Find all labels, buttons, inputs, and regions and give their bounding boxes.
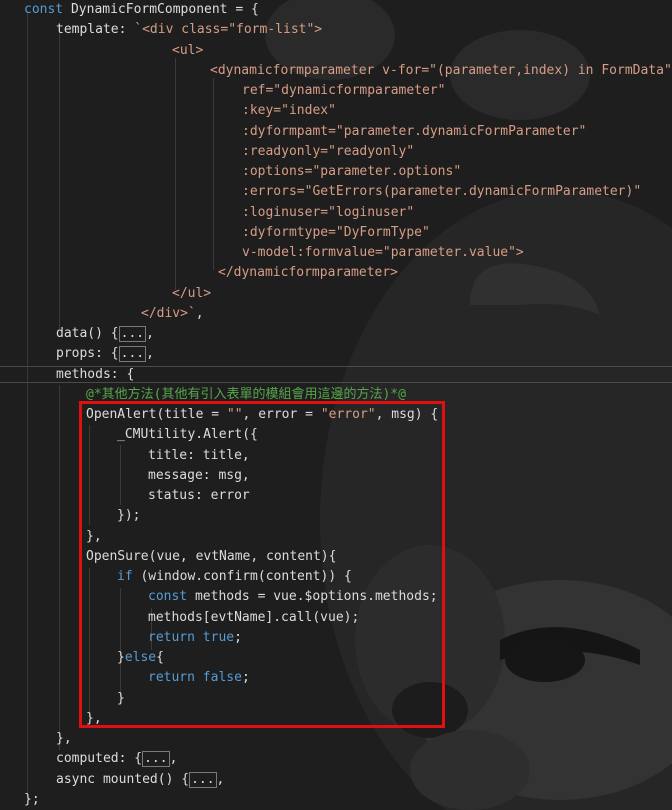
code-token-string: :key="index" xyxy=(242,103,336,119)
code-token-string: v-model:formvalue="parameter.value"> xyxy=(242,245,524,260)
code-editor[interactable]: const DynamicFormComponent = {template: … xyxy=(0,0,672,810)
collapsed-region-button[interactable]: ... xyxy=(118,346,147,363)
code-token-default: , xyxy=(169,751,178,767)
code-line[interactable]: <dynamicformparameter v-for="(parameter,… xyxy=(210,61,672,81)
code-token-string: :options="parameter.options" xyxy=(242,164,462,179)
code-line[interactable]: </ul> xyxy=(172,284,211,304)
code-line[interactable]: template: `<div class="form-list"> xyxy=(56,20,322,40)
code-line[interactable]: :options="parameter.options" xyxy=(242,162,461,182)
code-line[interactable]: :readyonly="readyonly" xyxy=(242,142,414,162)
red-annotation-box xyxy=(79,401,445,728)
code-token-string: ref="dynamicformparameter" xyxy=(242,83,446,98)
code-token-default: DynamicFormComponent = { xyxy=(63,2,259,17)
code-line[interactable]: }; xyxy=(24,790,40,810)
code-token-default: computed: { xyxy=(56,751,143,767)
code-line[interactable]: :dyformpamt="parameter.dynamicFormParame… xyxy=(242,122,586,142)
code-line[interactable]: :dyformtype="DyFormType" xyxy=(242,223,430,243)
code-token-comment: @*其他方法(其他有引入表單的模組會用這邊的方法)*@ xyxy=(86,386,406,402)
code-token-string: `<div class="form-list"> xyxy=(134,22,323,38)
code-line[interactable]: props: {..., xyxy=(56,344,154,364)
code-token-string: </div>` xyxy=(141,305,196,321)
code-token-default: }, xyxy=(56,731,72,746)
code-token-string: :dyformtype="DyFormType" xyxy=(242,224,430,240)
code-line[interactable]: methods: { xyxy=(56,365,134,385)
code-token-default: , xyxy=(195,305,204,321)
indent-guide xyxy=(27,12,28,800)
indent-guide xyxy=(213,78,214,270)
code-line[interactable]: ref="dynamicformparameter" xyxy=(242,81,446,101)
code-token-string: <ul> xyxy=(172,42,204,58)
code-line[interactable]: const DynamicFormComponent = { xyxy=(24,0,259,20)
code-token-default: , xyxy=(146,326,154,341)
code-token-default: data() { xyxy=(56,326,119,341)
code-token-keyword: const xyxy=(24,2,64,17)
indent-guide xyxy=(175,58,176,290)
code-line[interactable]: v-model:formvalue="parameter.value"> xyxy=(242,243,524,263)
code-token-string: </dynamicformparameter> xyxy=(218,265,399,281)
code-token-string: :loginuser="loginuser" xyxy=(242,204,415,220)
collapsed-region-button[interactable]: ... xyxy=(189,771,217,788)
code-token-default: template: xyxy=(56,22,135,38)
code-token-string: :errors="GetErrors(parameter.dynamicForm… xyxy=(242,184,642,200)
code-line[interactable]: data() {..., xyxy=(56,324,154,344)
code-token-string: <dynamicformparameter v-for="(parameter,… xyxy=(210,62,672,78)
code-line[interactable]: </dynamicformparameter> xyxy=(218,263,398,283)
code-token-string: :readyonly="readyonly" xyxy=(242,143,415,159)
code-token-default: props: { xyxy=(56,346,119,362)
indent-guide xyxy=(59,30,60,330)
code-line[interactable]: }, xyxy=(56,729,72,749)
code-token-default: , xyxy=(216,771,225,787)
collapsed-region-button[interactable]: ... xyxy=(142,751,170,768)
code-line[interactable]: computed: {..., xyxy=(56,749,177,769)
code-token-default: methods: { xyxy=(56,366,135,382)
code-token-default: }; xyxy=(24,791,40,807)
code-line[interactable]: <ul> xyxy=(172,41,203,61)
indent-guide xyxy=(59,385,60,750)
code-line[interactable]: async mounted() {..., xyxy=(56,770,224,790)
collapsed-region-button[interactable]: ... xyxy=(118,326,147,342)
code-token-default: , xyxy=(146,346,154,362)
code-token-default: async mounted() { xyxy=(56,771,190,787)
code-line[interactable]: </div>`, xyxy=(141,304,204,324)
code-line[interactable]: :errors="GetErrors(parameter.dynamicForm… xyxy=(242,182,641,202)
code-line[interactable]: :loginuser="loginuser" xyxy=(242,203,414,223)
code-line[interactable]: :key="index" xyxy=(242,101,336,121)
code-token-string: </ul> xyxy=(172,285,212,301)
code-token-string: :dyformpamt="parameter.dynamicFormParame… xyxy=(242,123,587,139)
